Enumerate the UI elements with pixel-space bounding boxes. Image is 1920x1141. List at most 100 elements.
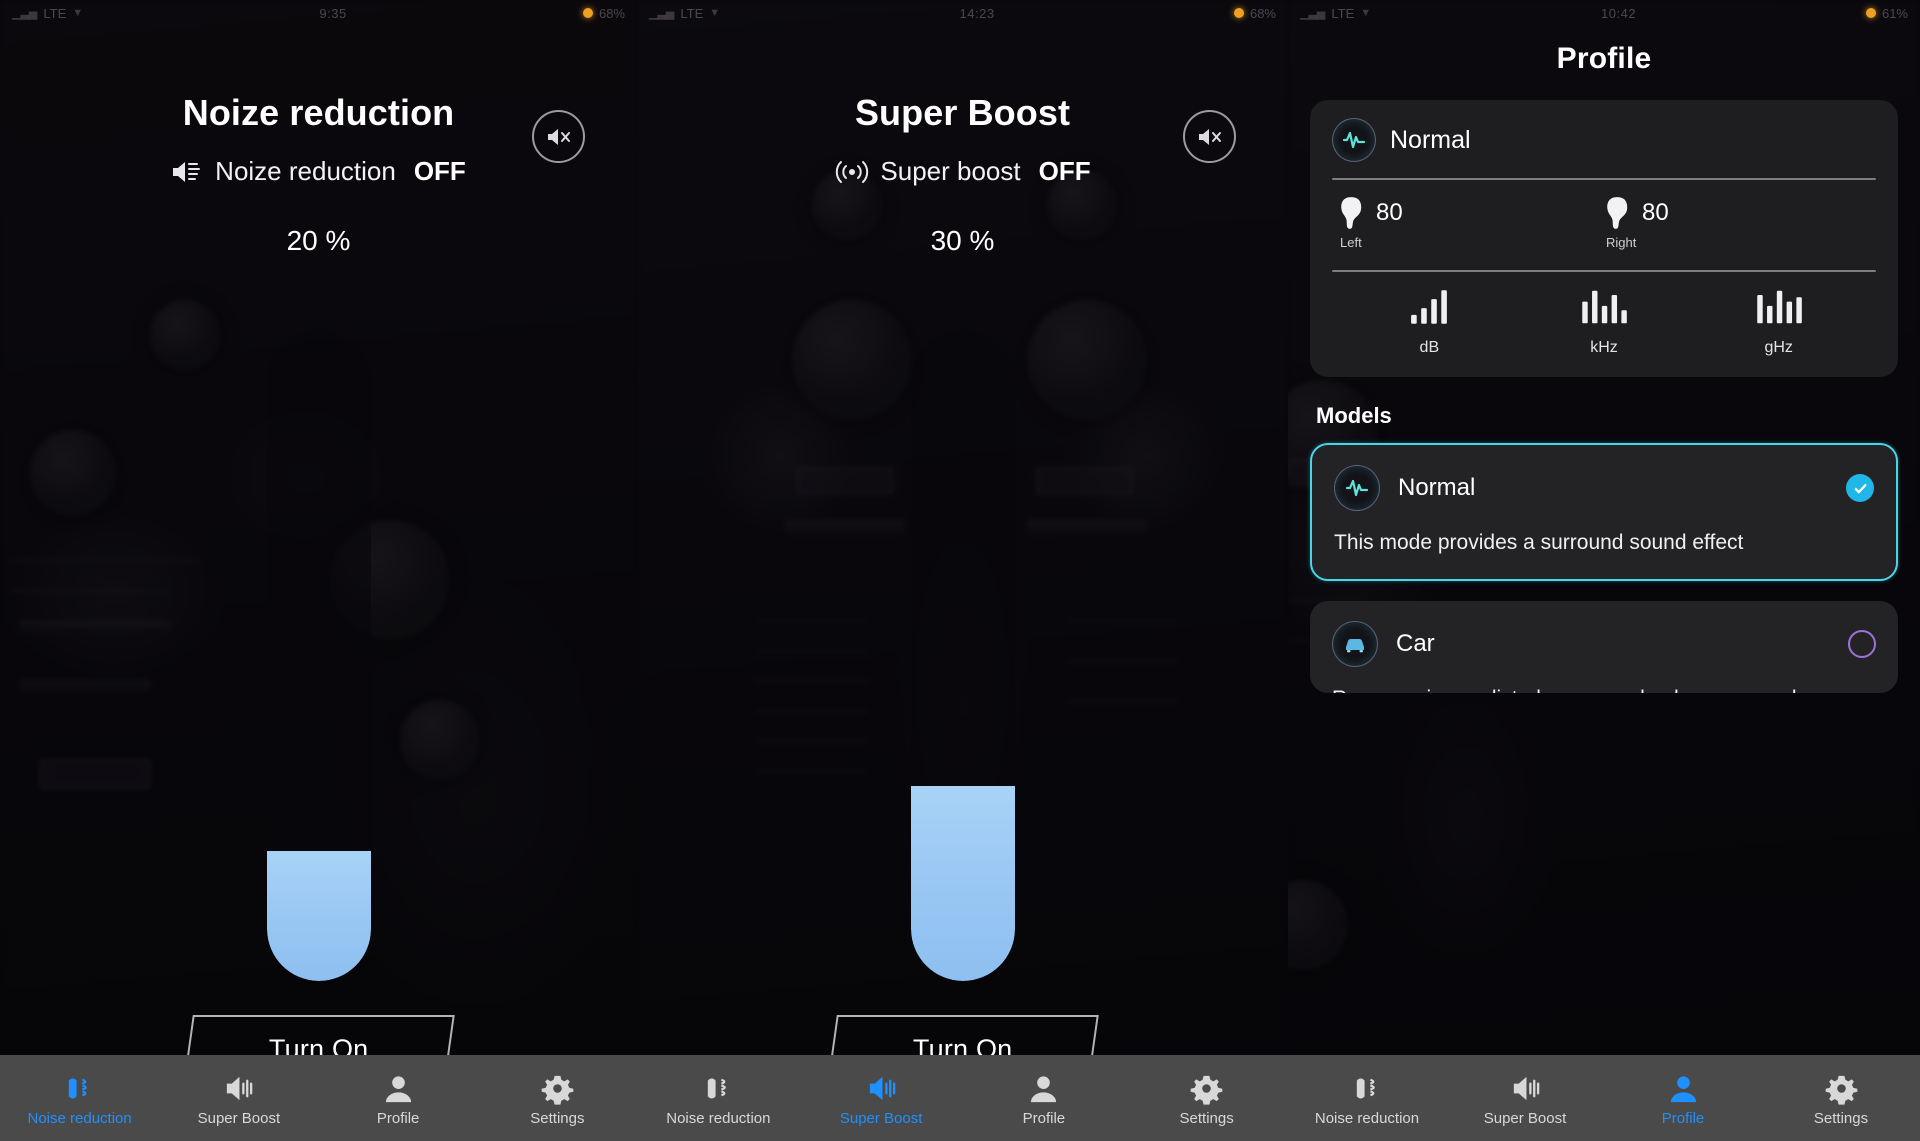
- phone-screen-profile: ▁▃▅ LTE ▼ 10:42 61% Profile Normal 80 Le…: [1288, 0, 1920, 1141]
- nav-label: Settings: [530, 1110, 585, 1127]
- level-slider[interactable]: [0, 330, 637, 981]
- screenshot-triptych: ▁▃▅ LTE ▼ 9:35 68% Noize reduction Noize…: [0, 0, 1920, 1141]
- ear-left-label: Left: [1340, 235, 1362, 250]
- status-battery: 68%: [1249, 5, 1276, 21]
- waveform-icon: [1334, 465, 1380, 511]
- current-profile-name: Normal: [1390, 125, 1471, 154]
- wifi-icon: ▼: [1360, 7, 1372, 19]
- model-card-normal[interactable]: Normal This mode provides a surround sou…: [1310, 443, 1898, 581]
- nav-label: Settings: [1179, 1110, 1234, 1127]
- speaker-waves-icon: [222, 1069, 255, 1105]
- feature-label: Noize reduction: [215, 156, 396, 186]
- car-icon: [1332, 620, 1378, 667]
- feature-status-row: Super boost OFF: [637, 156, 1288, 187]
- feature-state: OFF: [1038, 156, 1091, 186]
- nav-item-noise-reduction[interactable]: Noise reduction: [1288, 1055, 1446, 1141]
- status-clock: 9:35: [319, 5, 347, 21]
- nav-item-profile[interactable]: Profile: [319, 1055, 478, 1141]
- nav-item-super-boost[interactable]: Super Boost: [800, 1055, 963, 1141]
- nav-label: Noise reduction: [1314, 1110, 1420, 1127]
- status-bar: ▁▃▅ LTE ▼ 14:23 68%: [637, 0, 1288, 26]
- noise-reduction-icon: [63, 1069, 96, 1105]
- recording-indicator-icon: [1233, 8, 1244, 18]
- waveform-icon: [1332, 118, 1376, 162]
- phone-screen-noise-reduction: ▁▃▅ LTE ▼ 9:35 68% Noize reduction Noize…: [0, 0, 637, 1141]
- nav-item-profile[interactable]: Profile: [1604, 1055, 1762, 1141]
- nav-item-settings[interactable]: Settings: [1125, 1055, 1288, 1141]
- mute-icon: [547, 128, 570, 145]
- nav-label: Super Boost: [1483, 1110, 1567, 1127]
- nav-label: Settings: [1813, 1110, 1869, 1127]
- nav-label: Profile: [1022, 1110, 1066, 1127]
- eq-band-caption: gHz: [1764, 339, 1793, 356]
- equalizer-icon: [1756, 290, 1802, 324]
- equalizer-bands: dB kHz gHz: [1332, 272, 1876, 357]
- equalizer-icon: [1411, 290, 1448, 324]
- nav-item-super-boost[interactable]: Super Boost: [159, 1055, 318, 1141]
- model-name: Car: [1396, 629, 1435, 657]
- ear-icon: [1341, 197, 1362, 229]
- status-bar: ▁▃▅ LTE ▼ 9:35 68%: [0, 0, 637, 26]
- gear-icon: [541, 1069, 574, 1105]
- nav-label: Profile: [1661, 1110, 1705, 1127]
- eq-band-ghz[interactable]: gHz: [1691, 288, 1866, 357]
- eq-band-khz[interactable]: kHz: [1517, 288, 1692, 357]
- eq-band-db[interactable]: dB: [1342, 288, 1517, 357]
- phone-screen-super-boost: ▁▃▅ LTE ▼ 14:23 68% Super Boost Super bo…: [637, 0, 1288, 1141]
- person-icon: [382, 1069, 415, 1105]
- level-slider-fill: [910, 785, 1015, 981]
- nav-label: Profile: [376, 1110, 420, 1127]
- signal-icon: ▁▃▅: [12, 7, 38, 20]
- noise-reduction-icon: [702, 1069, 735, 1105]
- model-card-car[interactable]: Car Removes in-car disturbances and enha…: [1310, 600, 1898, 693]
- recording-indicator-icon: [1865, 8, 1876, 18]
- speaker-waves-icon: [865, 1069, 898, 1105]
- nav-item-profile[interactable]: Profile: [963, 1055, 1126, 1141]
- bottom-nav-bar: Noise reduction Super Boost Profile Sett…: [0, 1055, 637, 1141]
- person-icon: [1667, 1069, 1700, 1105]
- level-slider-fill: [266, 850, 371, 981]
- feature-status-row: Noize reduction OFF: [0, 156, 637, 187]
- equalizer-icon: [1582, 290, 1627, 324]
- nav-label: Noise reduction: [666, 1110, 771, 1127]
- speaker-waves-icon: [1509, 1069, 1542, 1105]
- nav-item-noise-reduction[interactable]: Noise reduction: [0, 1055, 159, 1141]
- nav-item-super-boost[interactable]: Super Boost: [1446, 1055, 1604, 1141]
- nav-label: Noise reduction: [27, 1110, 132, 1127]
- model-name: Normal: [1398, 474, 1476, 501]
- mute-icon: [1198, 128, 1221, 145]
- wifi-icon: ▼: [709, 7, 721, 19]
- status-carrier: LTE: [680, 5, 704, 21]
- model-description: Removes in-car disturbances and enhances…: [1332, 685, 1876, 693]
- status-clock: 14:23: [959, 5, 995, 21]
- signal-icon: ▁▃▅: [649, 7, 675, 20]
- ear-icon: [1607, 197, 1628, 229]
- bottom-nav-bar: Noise reduction Super Boost Profile Sett…: [637, 1055, 1288, 1141]
- level-slider[interactable]: [637, 330, 1288, 981]
- nav-item-settings[interactable]: Settings: [1762, 1055, 1920, 1141]
- mute-button[interactable]: [1183, 110, 1236, 163]
- ear-levels: 80 Left 80 Right: [1332, 180, 1876, 254]
- ear-right-value: 80: [1642, 199, 1669, 226]
- feature-state: OFF: [413, 156, 466, 186]
- checkmark-icon[interactable]: [1846, 474, 1874, 502]
- feature-label: Super boost: [880, 156, 1021, 186]
- radio-circle[interactable]: [1848, 629, 1876, 658]
- gear-icon: [1190, 1069, 1223, 1105]
- eq-band-caption: kHz: [1590, 339, 1618, 356]
- recording-indicator-icon: [582, 8, 593, 18]
- person-icon: [1027, 1069, 1060, 1105]
- mute-button[interactable]: [532, 110, 585, 163]
- bottom-nav-bar: Noise reduction Super Boost Profile Sett…: [1288, 1055, 1920, 1141]
- wifi-icon: ▼: [72, 7, 84, 19]
- super-boost-icon: [836, 160, 869, 183]
- nav-label: Super Boost: [197, 1110, 281, 1127]
- percent-value: 30 %: [930, 225, 995, 256]
- model-description: This mode provides a surround sound effe…: [1334, 531, 1744, 554]
- status-bar: ▁▃▅ LTE ▼ 10:42 61%: [1288, 0, 1920, 26]
- current-profile-card[interactable]: Normal 80 Left 80 Right dB kHz gHz: [1310, 100, 1898, 377]
- nav-item-settings[interactable]: Settings: [478, 1055, 637, 1141]
- nav-label: Super Boost: [839, 1110, 923, 1127]
- eq-band-caption: dB: [1419, 339, 1440, 356]
- nav-item-noise-reduction[interactable]: Noise reduction: [637, 1055, 800, 1141]
